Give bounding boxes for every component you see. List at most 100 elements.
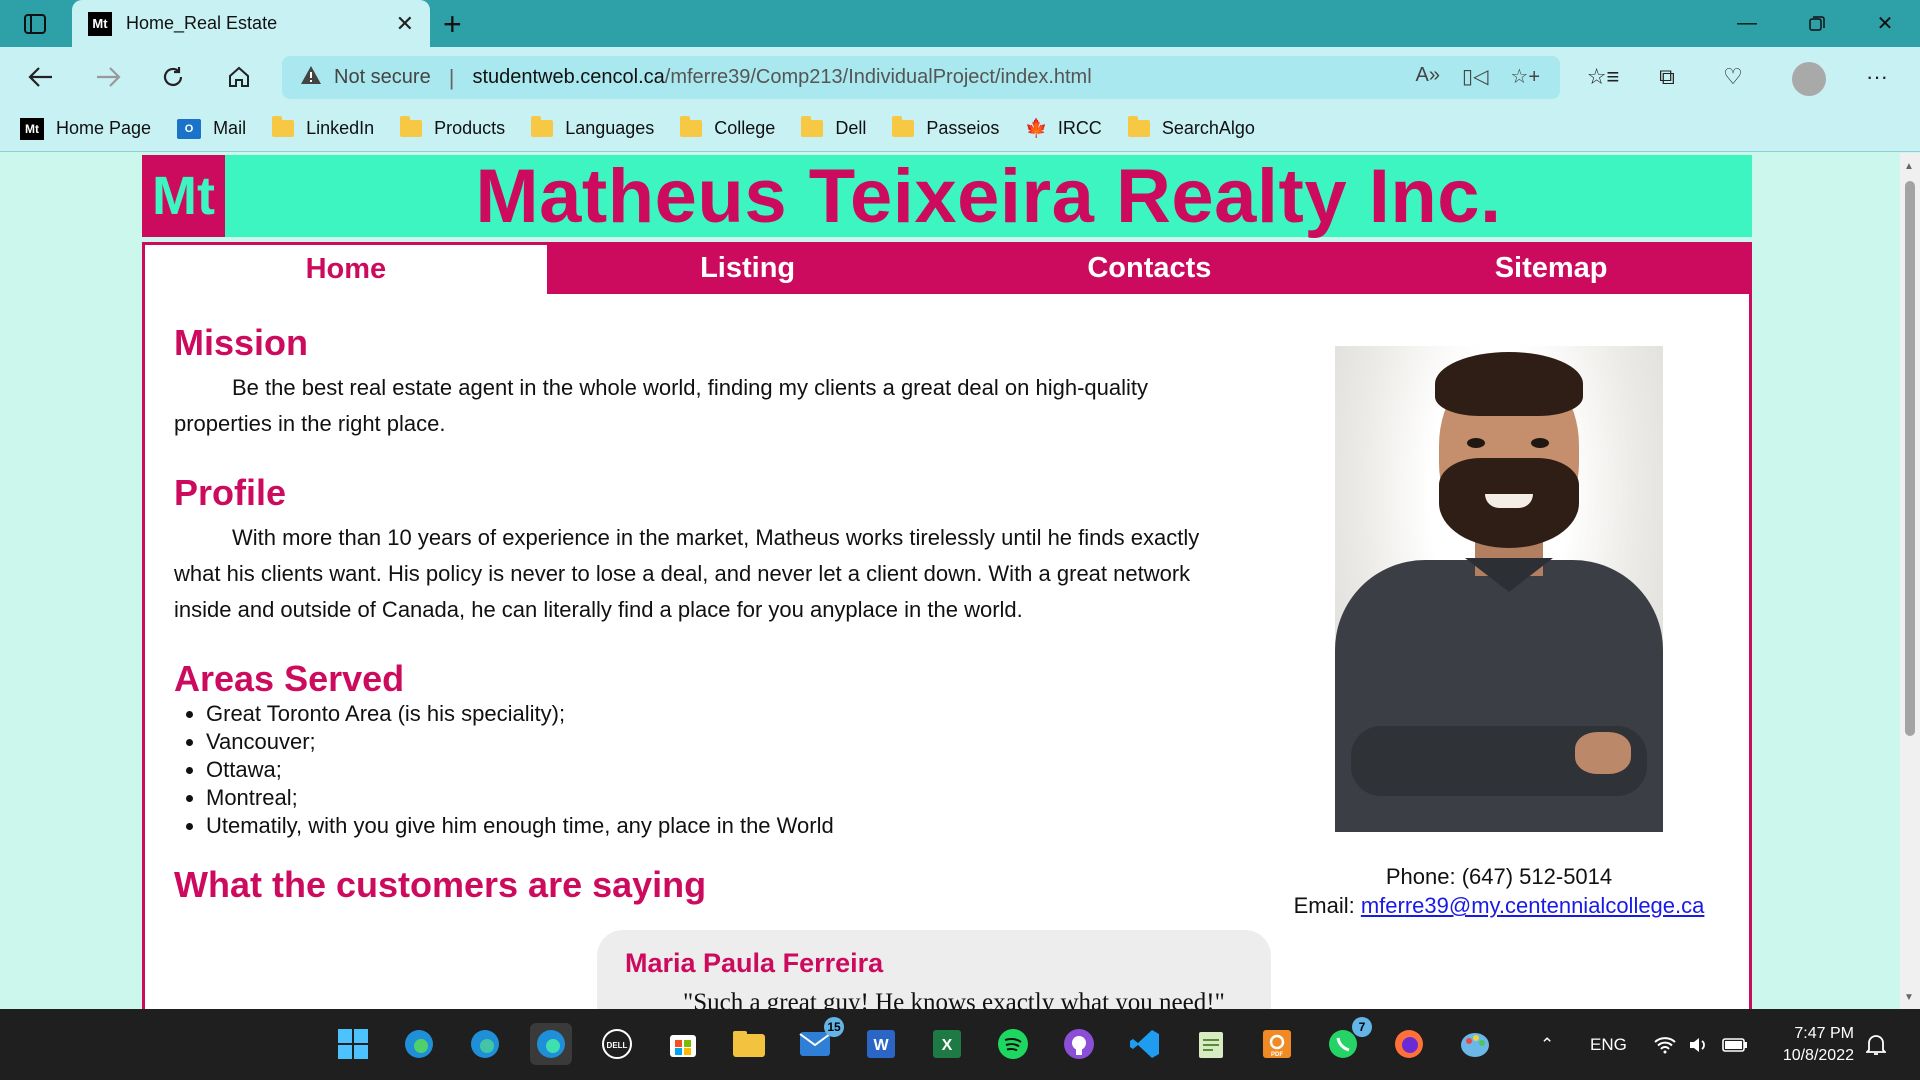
refresh-icon[interactable]: [152, 58, 194, 96]
close-window-icon[interactable]: ✕: [1850, 0, 1920, 47]
phone-label: Phone:: [1385, 864, 1462, 889]
bookmark-folder-dell[interactable]: Dell: [801, 116, 867, 139]
scrollbar-thumb[interactable]: [1905, 181, 1915, 736]
volume-icon[interactable]: [1688, 1009, 1710, 1080]
bookmark-label: College: [714, 118, 776, 138]
bookmark-folder-college[interactable]: College: [680, 116, 776, 139]
email-link[interactable]: mferre39@my.centennialcollege.ca: [1361, 893, 1705, 918]
menu-home[interactable]: Home: [142, 245, 547, 294]
folder-icon: [680, 116, 703, 137]
pdf-app-icon[interactable]: PDF: [1256, 1023, 1298, 1065]
whatsapp-badge: 7: [1352, 1017, 1372, 1037]
menu-contacts[interactable]: Contacts: [949, 242, 1351, 294]
edge-profile-icon[interactable]: [398, 1023, 440, 1065]
battery-icon[interactable]: [1722, 1009, 1748, 1080]
new-tab-icon[interactable]: +: [443, 6, 462, 43]
svg-text:X: X: [942, 1037, 953, 1054]
list-item: Vancouver;: [206, 728, 1244, 756]
browser-essentials-icon[interactable]: ♡: [1712, 58, 1754, 96]
bookmark-folder-linkedin[interactable]: LinkedIn: [272, 116, 375, 139]
profile-avatar[interactable]: [1792, 62, 1826, 96]
bookmark-label: IRCC: [1057, 118, 1102, 138]
home-icon[interactable]: [218, 58, 260, 96]
spotify-icon[interactable]: [992, 1023, 1034, 1065]
read-aloud-icon[interactable]: A»: [1416, 64, 1440, 89]
bookmark-label: Dell: [835, 118, 867, 138]
minimize-icon[interactable]: —: [1712, 0, 1782, 47]
bookmark-label: Languages: [565, 118, 655, 138]
bookmark-folder-searchalgo[interactable]: SearchAlgo: [1127, 116, 1255, 139]
photo-hand: [1575, 732, 1631, 774]
show-hidden-icons[interactable]: ⌃: [1540, 1009, 1554, 1080]
immersive-reader-icon[interactable]: ▯◁: [1462, 64, 1488, 89]
forward-icon[interactable]: [87, 58, 129, 96]
list-item: Montreal;: [206, 784, 1244, 812]
collections-icon[interactable]: ⧉: [1646, 58, 1688, 96]
word-icon[interactable]: W: [860, 1023, 902, 1065]
site-logo: Mt: [142, 155, 225, 237]
scroll-up-icon[interactable]: ▲: [1904, 161, 1914, 172]
scroll-down-icon[interactable]: ▼: [1904, 992, 1914, 1003]
list-item: Utematily, with you give him enough time…: [206, 812, 1244, 840]
url-host[interactable]: studentweb.cencol.ca: [472, 66, 664, 89]
notepad-icon[interactable]: [1190, 1023, 1232, 1065]
bookmark-folder-passeios[interactable]: Passeios: [892, 116, 999, 139]
address-bar[interactable]: Not secure | studentweb.cencol.ca/mferre…: [282, 56, 1560, 99]
dell-icon[interactable]: DELL: [596, 1023, 638, 1065]
folder-icon: [400, 116, 423, 137]
restore-icon[interactable]: [1782, 0, 1852, 47]
bookmark-home-page[interactable]: Mt Home Page: [20, 117, 151, 140]
page-scrollbar[interactable]: ▲ ▼: [1900, 153, 1920, 1009]
contact-info: Phone: (647) 512-5014 Email: mferre39@my…: [1269, 862, 1729, 920]
microsoft-store-icon[interactable]: [662, 1023, 704, 1065]
github-icon[interactable]: [1058, 1023, 1100, 1065]
more-options-icon[interactable]: ···: [1856, 58, 1898, 96]
bookmark-folder-products[interactable]: Products: [400, 116, 506, 139]
tab-favicon-icon: Mt: [88, 11, 112, 36]
main-column: Mission Be the best real estate agent in…: [174, 322, 1244, 912]
bookmark-label: Mail: [213, 118, 247, 138]
back-icon[interactable]: [20, 58, 62, 96]
email-line: Email: mferre39@my.centennialcollege.ca: [1269, 891, 1729, 920]
folder-icon: [801, 116, 824, 137]
site-menu: Home Listing Contacts Sitemap: [142, 242, 1752, 294]
whatsapp-icon[interactable]: 7: [1322, 1017, 1372, 1065]
close-tab-icon[interactable]: ✕: [396, 11, 414, 37]
edge-profile-icon[interactable]: [464, 1023, 506, 1065]
mail-icon: O: [177, 118, 202, 139]
vscode-icon[interactable]: [1124, 1023, 1166, 1065]
edge-active-icon[interactable]: [530, 1023, 572, 1065]
address-separator: |: [448, 64, 455, 90]
menu-listing[interactable]: Listing: [547, 242, 949, 294]
bookmark-label: LinkedIn: [306, 118, 375, 138]
wifi-icon[interactable]: [1654, 1009, 1676, 1080]
start-icon[interactable]: [332, 1023, 374, 1065]
mission-text: Be the best real estate agent in the who…: [174, 375, 1148, 436]
mail-app-icon[interactable]: 15: [794, 1017, 844, 1065]
browser-tab-active[interactable]: Mt Home_Real Estate ✕: [72, 0, 430, 47]
bookmark-label: Products: [434, 118, 506, 138]
warning-icon[interactable]: [300, 65, 322, 90]
bookmark-ircc[interactable]: 🍁 IRCC: [1025, 118, 1101, 139]
menu-sitemap[interactable]: Sitemap: [1350, 242, 1752, 294]
paint-icon[interactable]: [1454, 1023, 1496, 1065]
list-item: Great Toronto Area (is his speciality);: [206, 700, 1244, 728]
url-path[interactable]: /mferre39/Comp213/IndividualProject/inde…: [665, 66, 1092, 89]
excel-icon[interactable]: X: [926, 1023, 968, 1065]
favorites-icon[interactable]: ☆≡: [1582, 58, 1624, 96]
firefox-icon[interactable]: [1388, 1023, 1430, 1065]
tab-actions-icon[interactable]: [20, 10, 50, 37]
add-favorite-icon[interactable]: ☆+: [1510, 64, 1540, 89]
bookmark-folder-languages[interactable]: Languages: [531, 116, 655, 139]
taskbar-clock[interactable]: 7:47 PM 10/8/2022: [1770, 1023, 1854, 1067]
email-label: Email:: [1293, 893, 1361, 918]
bookmarks-bar: Mt Home Page O Mail LinkedIn Products La…: [0, 106, 1920, 152]
mail-badge: 15: [824, 1017, 844, 1037]
notifications-icon[interactable]: [1866, 1009, 1886, 1080]
security-label[interactable]: Not secure: [334, 66, 431, 89]
bookmark-mail[interactable]: O Mail: [177, 118, 246, 139]
content-panel: Mission Be the best real estate agent in…: [142, 294, 1752, 1009]
bookmark-label: SearchAlgo: [1161, 118, 1255, 138]
file-explorer-icon[interactable]: [728, 1023, 770, 1065]
language-indicator[interactable]: ENG: [1590, 1009, 1627, 1080]
